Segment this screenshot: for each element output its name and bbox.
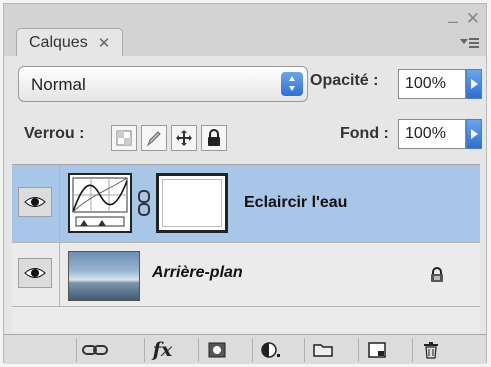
lock-transparent-pixels-icon[interactable]: [111, 125, 137, 151]
blend-mode-value: Normal: [31, 75, 86, 94]
opacity-field[interactable]: 100%: [398, 69, 466, 99]
visibility-eye-icon[interactable]: [18, 258, 52, 288]
layer-style-label: fx: [152, 339, 173, 361]
layer-locked-icon: [430, 267, 444, 282]
tab-label: Calques: [29, 33, 88, 51]
fill-label: Fond :: [340, 125, 389, 142]
blend-mode-select[interactable]: Normal: [18, 66, 308, 102]
layer-mask-thumbnail[interactable]: [156, 173, 228, 233]
lock-label: Verrou :: [24, 125, 85, 142]
mask-link-icon[interactable]: [138, 190, 150, 216]
tab-close-icon[interactable]: ✕: [98, 34, 111, 52]
curves-adjustment-thumbnail-icon[interactable]: [68, 173, 132, 233]
lock-row: Verrou : Fond : 100%: [4, 117, 486, 162]
layer-row-eclaircir[interactable]: Eclaircir l'eau: [12, 165, 480, 243]
link-layers-icon[interactable]: [76, 338, 112, 362]
new-layer-icon[interactable]: [358, 338, 394, 362]
add-mask-icon[interactable]: [198, 338, 234, 362]
minimize-icon[interactable]: –: [448, 12, 458, 30]
opacity-label: Opacité :: [310, 72, 379, 89]
blend-mode-stepper-icon[interactable]: [281, 72, 303, 96]
close-icon[interactable]: ✕: [466, 10, 480, 27]
layer-name[interactable]: Arrière-plan: [152, 264, 243, 282]
lock-all-icon[interactable]: [201, 125, 227, 151]
lock-buttons: [111, 121, 241, 151]
fill-field[interactable]: 100%: [398, 119, 466, 149]
tab-calques[interactable]: Calques ✕: [16, 28, 124, 56]
layers-footer-toolbar: fx: [4, 334, 486, 364]
opacity-slider-arrow-icon[interactable]: [466, 69, 482, 99]
layer-name[interactable]: Eclaircir l'eau: [244, 194, 347, 212]
lock-image-pixels-icon[interactable]: [141, 125, 167, 151]
layer-style-icon[interactable]: fx: [144, 338, 180, 362]
layers-list: Eclaircir l'eau Arrière-plan: [12, 164, 480, 332]
panel-menu-icon[interactable]: [460, 38, 480, 52]
fill-slider-arrow-icon[interactable]: [466, 119, 482, 149]
adjustment-layer-icon[interactable]: [252, 338, 288, 362]
new-group-icon[interactable]: [304, 338, 340, 362]
lock-position-icon[interactable]: [171, 125, 197, 151]
trash-icon[interactable]: [412, 338, 448, 362]
layer-image-thumbnail[interactable]: [68, 251, 140, 301]
visibility-eye-icon[interactable]: [18, 187, 52, 217]
layers-panel: Calques ✕ – ✕ Normal Opacité : 100% Verr…: [3, 3, 487, 364]
layer-row-arriere-plan[interactable]: Arrière-plan: [12, 243, 480, 307]
panel-title-bar: Calques ✕ – ✕: [4, 4, 486, 56]
